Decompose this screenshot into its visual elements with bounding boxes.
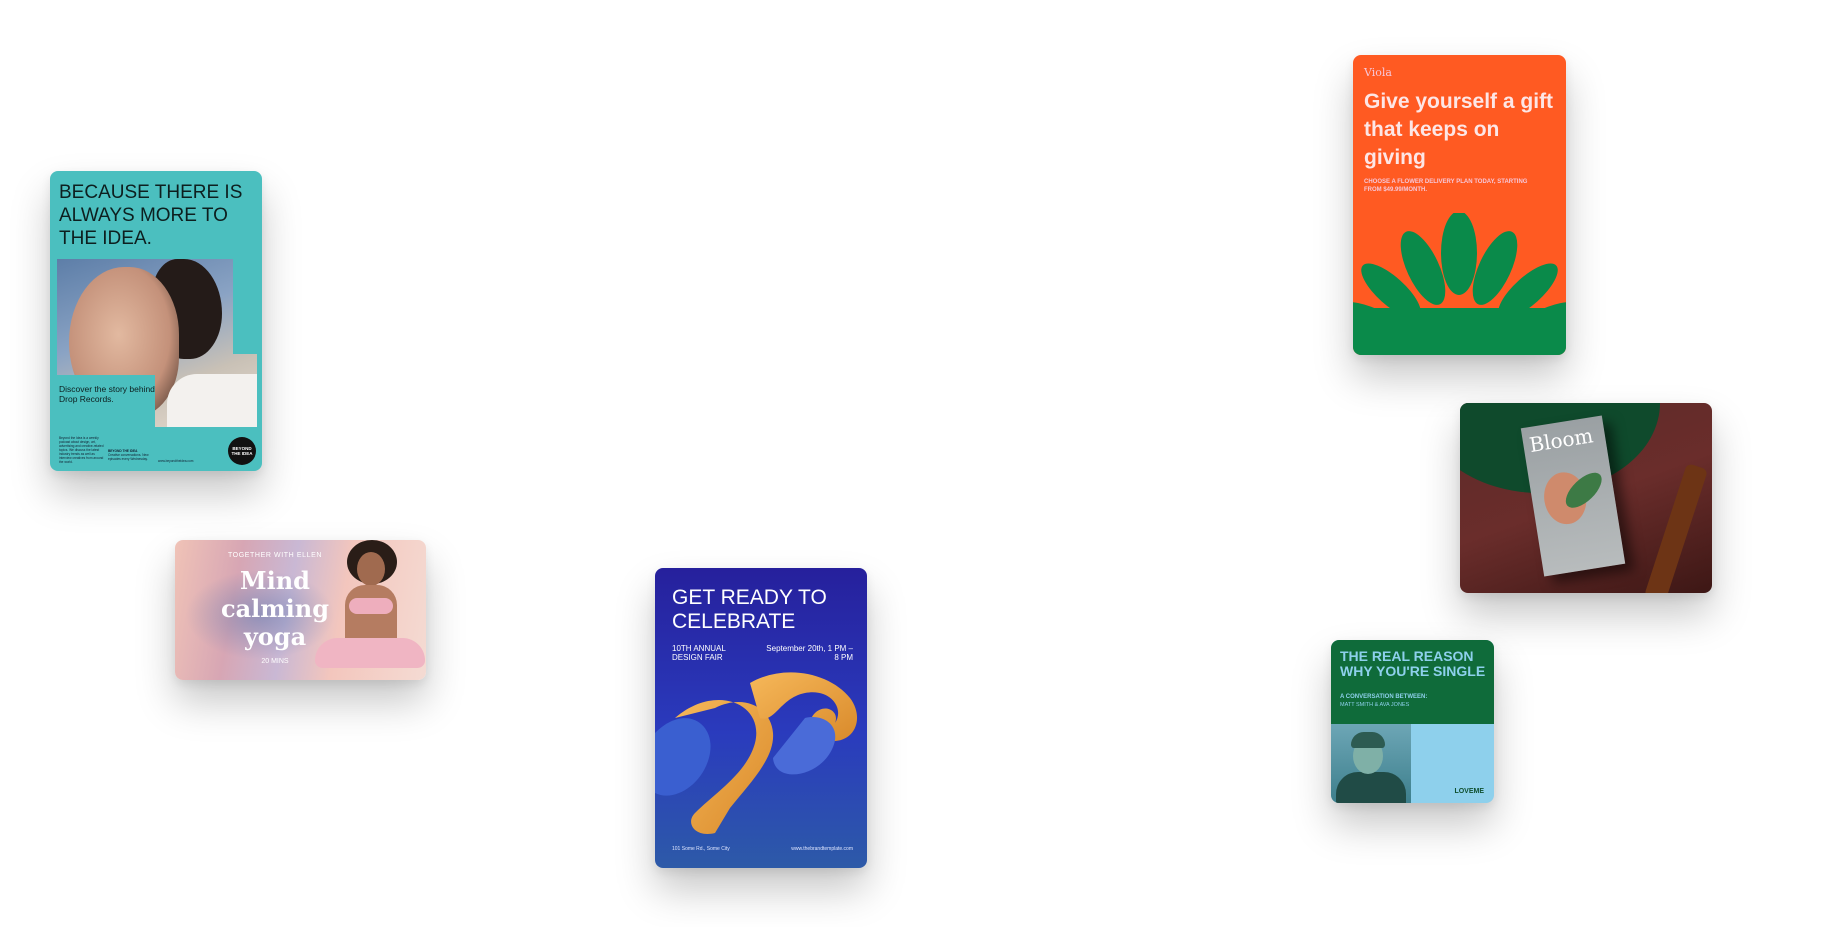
card-title: Mind calming yoga [220,566,330,651]
plant-graphic [1353,213,1566,355]
card-subtitle: CHOOSE A FLOWER DELIVERY PLAN TODAY, STA… [1364,179,1528,193]
template-card-mind-calming-yoga[interactable]: TOGETHER WITH ELLEN Mind calming yoga 20… [175,540,426,680]
card-story-text: Discover the story behind Drop Records. [59,384,155,404]
card-subtitle: A CONVERSATION BETWEEN: [1340,694,1428,700]
template-card-design-fair[interactable]: GET READY TO CELEBRATE 10th Annual DESIG… [655,568,867,868]
brand-logo: LOVEME [1454,788,1484,795]
card-fine-title: BEYOND THE IDEA Creative conversations. … [108,449,149,461]
card-title: Give yourself a gift that keeps on givin… [1364,90,1554,169]
event-date: September 20th, 1 PM – 8 PM [766,644,853,662]
card-title: GET READY TO CELEBRATE [672,586,827,633]
podcast-badge: BEYOND THE IDEA [228,437,256,465]
card-title: THE REAL REASON WHY YOU'RE SINGLE [1340,648,1486,679]
magazine-title: Bloom [1527,423,1595,458]
event-name: 10th Annual DESIGN FAIR [672,644,726,662]
card-headline: BECAUSE THERE IS ALWAYS MORE TO THE IDEA… [59,182,243,249]
card-kicker: TOGETHER WITH ELLEN [227,552,323,559]
template-card-bloom-magazine[interactable]: Bloom [1460,403,1712,593]
card-fine-print: Beyond the Idea is a weekly podcast abou… [59,436,104,464]
card-url: www.beyondtheidea.com [158,459,194,463]
template-card-beyond-the-idea[interactable]: BECAUSE THERE IS ALWAYS MORE TO THE IDEA… [50,171,262,471]
template-card-viola[interactable]: Viola Give yourself a gift that keeps on… [1353,55,1566,355]
guest-photo [1331,724,1411,803]
ribbon-graphic [655,672,858,834]
event-url: www.thebrandtemplate.com [791,846,853,852]
card-duration: 20 MINS [261,658,289,665]
brand-name: Viola [1364,66,1392,79]
card-guests: MATT SMITH & AVA JONES [1340,702,1410,708]
event-address: 101 Some Rd., Some City [672,846,730,852]
template-card-real-reason[interactable]: THE REAL REASON WHY YOU'RE SINGLE A CONV… [1331,640,1494,803]
